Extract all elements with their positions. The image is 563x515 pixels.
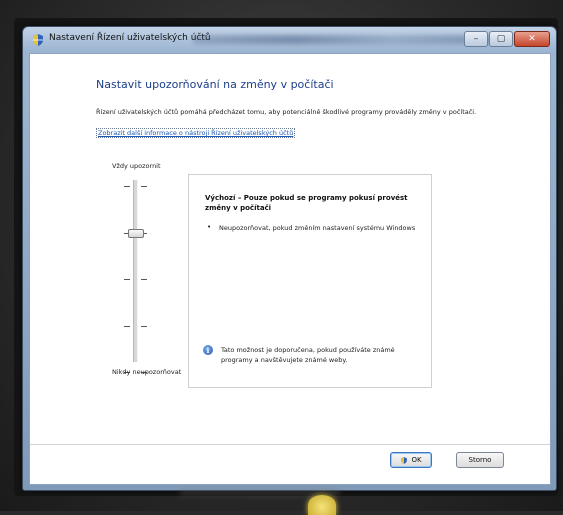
footer-separator [30,444,550,445]
title-bar[interactable]: Nastavení Řízení uživatelských účtů – ▢ … [23,27,556,53]
minimize-button[interactable]: – [464,31,488,47]
slider-thumb[interactable] [128,228,144,238]
uac-shield-icon [401,456,408,464]
maximize-button[interactable]: ▢ [489,31,513,47]
description-text: Řízení uživatelských účtů pomáhá předchá… [96,108,477,116]
cancel-button[interactable]: Storno [456,452,504,468]
slider-tick [141,325,147,327]
window-content: Nastavit upozorňování na změny v počítač… [29,53,551,485]
setting-bullet: Neupozorňovat, pokud změním nastavení sy… [219,224,416,232]
slider-tick [141,279,147,280]
slider-bottom-label: Nikdy neupozorňovat [112,368,182,376]
slider-tick [124,186,130,187]
slider-tick [141,186,147,187]
slider-tick [124,279,130,280]
ok-label: OK [411,456,422,464]
more-info-link[interactable]: Zobrazit další informace o nástroji Říze… [96,128,296,138]
title-bar-blur [193,35,493,44]
recommendation-note: Tato možnost je doporučena, pokud použív… [221,346,395,364]
setting-description-box: Výchozí – Pouze pokud se programy pokusí… [188,174,432,388]
window-title: Nastavení Řízení uživatelských účtů [49,33,211,43]
uac-settings-window: Nastavení Řízení uživatelských účtů – ▢ … [22,26,557,491]
page-heading: Nastavit upozorňování na změny v počítač… [96,78,334,91]
notification-level-slider[interactable] [133,180,138,362]
power-indicator [308,495,336,515]
ok-button[interactable]: OK [390,452,432,468]
bullet-marker: • [207,223,212,231]
slider-top-label: Vždy upozornit [112,162,161,170]
info-icon: i [203,345,213,355]
slider-tick [124,325,130,327]
setting-title: Výchozí – Pouze pokud se programy pokusí… [205,194,408,212]
uac-shield-icon [33,34,43,46]
window-controls: – ▢ ✕ [464,31,550,47]
close-button[interactable]: ✕ [514,31,550,47]
